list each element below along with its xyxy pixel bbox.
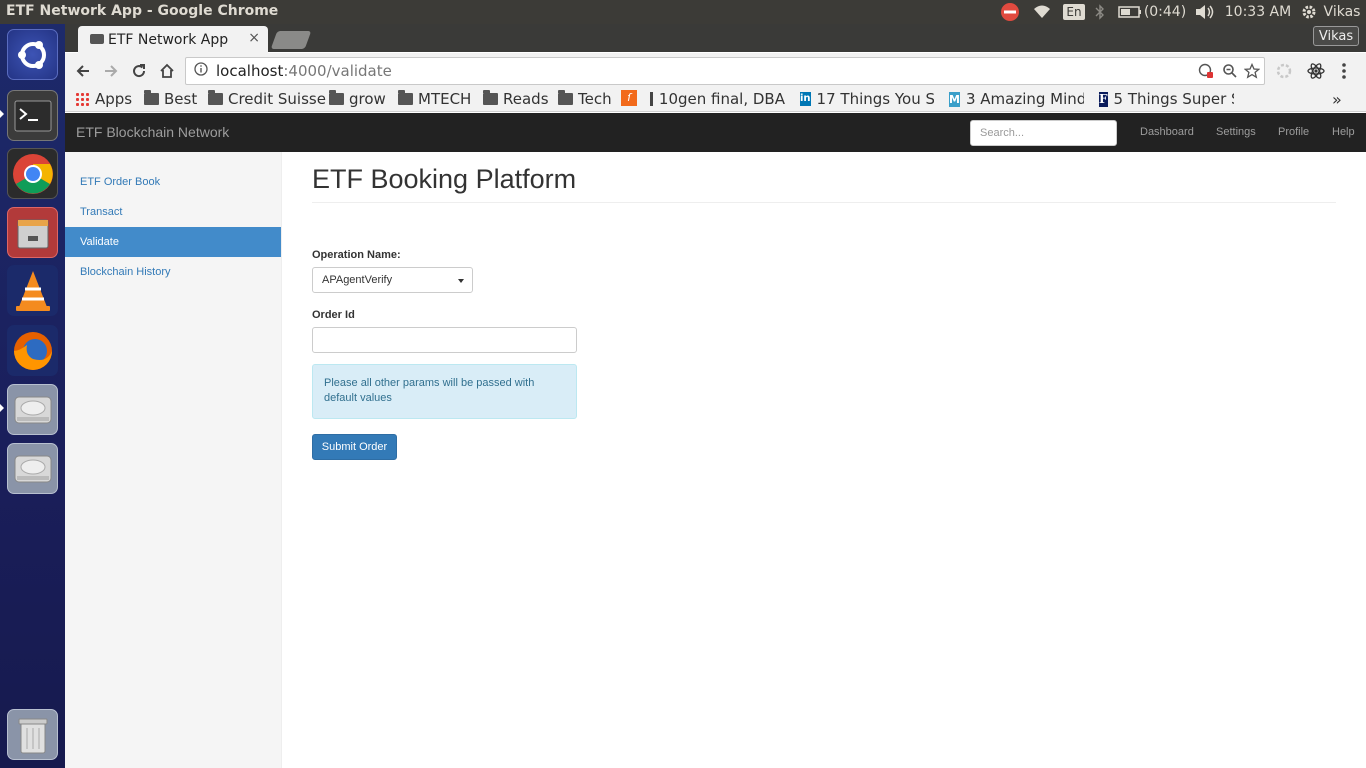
- disk-drive-icon-2[interactable]: [7, 443, 58, 494]
- extension-loading-icon[interactable]: [1275, 62, 1293, 84]
- bookmark-folder-credit-suisse[interactable]: Credit Suisse: [208, 90, 326, 108]
- submit-order-button[interactable]: Submit Order: [312, 434, 397, 460]
- top-panel: ETF Network App - Google Chrome En (0:44…: [0, 0, 1366, 24]
- session-user[interactable]: Vikas: [1322, 0, 1362, 24]
- nav-link-help[interactable]: Help: [1332, 126, 1355, 138]
- bookmarks-bar: Apps Best Credit Suisse grow MTECH Reads…: [65, 88, 1366, 112]
- launcher-running-pip: [0, 110, 4, 118]
- page-title: ETF Booking Platform: [312, 164, 577, 194]
- trash-icon[interactable]: [7, 709, 58, 760]
- bookmark-linkedin[interactable]: in 17 Things You Sh: [800, 90, 934, 108]
- browser-tab[interactable]: ETF Network App ×: [78, 26, 268, 53]
- folder-icon: [558, 90, 573, 105]
- operation-name-label: Operation Name:: [312, 249, 401, 261]
- app-navbar: ETF Blockchain Network Dashboard Setting…: [65, 113, 1366, 152]
- sidebar: ETF Order Book Transact Validate Blockch…: [65, 152, 282, 768]
- do-not-disturb-icon[interactable]: [998, 0, 1022, 24]
- reload-icon[interactable]: [129, 61, 149, 81]
- bookmark-star-icon[interactable]: [1243, 62, 1261, 83]
- ubuntu-dash-icon[interactable]: [7, 29, 58, 80]
- linkedin-icon: in: [800, 92, 811, 106]
- info-alert-text: Please all other params will be passed w…: [324, 377, 535, 404]
- bookmark-medium[interactable]: M 3 Amazing Mind T: [949, 90, 1084, 108]
- wifi-icon[interactable]: [1030, 0, 1054, 24]
- sidebar-item-blockchain-history[interactable]: Blockchain History: [65, 257, 281, 287]
- home-icon[interactable]: [157, 61, 177, 81]
- profile-button[interactable]: Vikas: [1313, 26, 1359, 46]
- new-tab-button[interactable]: [270, 31, 312, 49]
- folder-icon: [144, 90, 159, 105]
- bookmark-folder-tech[interactable]: Tech: [558, 90, 612, 108]
- medium-icon: M: [949, 91, 960, 107]
- address-bar[interactable]: localhost:4000/validate: [185, 57, 1265, 85]
- search-input[interactable]: [970, 120, 1117, 146]
- react-devtools-icon[interactable]: [1307, 62, 1325, 84]
- nav-link-profile[interactable]: Profile: [1278, 126, 1309, 138]
- sidebar-item-transact[interactable]: Transact: [65, 197, 281, 227]
- clock[interactable]: 10:33 AM: [1224, 0, 1292, 24]
- battery-icon[interactable]: [1116, 0, 1144, 24]
- bluetooth-icon[interactable]: [1092, 0, 1108, 24]
- vlc-icon[interactable]: [7, 265, 58, 316]
- bookmark-folder-grow[interactable]: grow: [329, 90, 386, 108]
- bookmark-10gen[interactable]: 10gen final, DBA: [650, 90, 785, 108]
- folder-icon: [208, 90, 223, 105]
- bookmark-folder-best[interactable]: Best: [144, 90, 197, 108]
- bookmark-folder-reads[interactable]: Reads: [483, 90, 549, 108]
- sidebar-item-etf-order-book[interactable]: ETF Order Book: [65, 167, 281, 197]
- url-host: localhost: [216, 62, 284, 80]
- tab-close-icon[interactable]: ×: [248, 30, 260, 46]
- terminal-icon[interactable]: [7, 90, 58, 141]
- folder-icon: [483, 90, 498, 105]
- firefox-icon[interactable]: [7, 325, 58, 376]
- launcher-running-pip-2: [0, 404, 4, 412]
- info-alert: Please all other params will be passed w…: [312, 364, 577, 419]
- browser-toolbar: localhost:4000/validate: [65, 53, 1366, 88]
- bookmark-folder-mtech[interactable]: MTECH: [398, 90, 471, 108]
- tab-title: ETF Network App: [108, 31, 229, 48]
- chrome-icon[interactable]: [7, 148, 58, 199]
- blocked-content-icon[interactable]: [1198, 63, 1214, 83]
- url-path: :4000/validate: [283, 62, 392, 80]
- unity-launcher: [0, 24, 65, 768]
- order-id-label: Order Id: [312, 309, 355, 321]
- keyboard-layout-indicator[interactable]: En: [1063, 0, 1085, 24]
- operation-name-select[interactable]: APAgentVerify: [312, 267, 473, 293]
- folder-icon: [398, 90, 413, 105]
- caret-down-icon: [458, 279, 464, 283]
- disk-drive-icon[interactable]: [7, 384, 58, 435]
- nav-link-settings[interactable]: Settings: [1216, 126, 1256, 138]
- sidebar-item-validate[interactable]: Validate: [65, 227, 281, 257]
- bookmarks-overflow-icon[interactable]: »: [1332, 90, 1342, 109]
- title-divider: [312, 202, 1336, 203]
- forward-arrow-icon[interactable]: [101, 61, 121, 81]
- settings-gear-icon[interactable]: [1300, 0, 1318, 24]
- forbes-icon: F: [1099, 91, 1108, 107]
- operation-name-value: APAgentVerify: [322, 274, 393, 286]
- scribd-icon: ſ: [621, 90, 637, 106]
- window-title: ETF Network App - Google Chrome: [6, 3, 279, 19]
- file-manager-icon[interactable]: [7, 207, 58, 258]
- app-brand[interactable]: ETF Blockchain Network: [76, 124, 229, 140]
- bookmark-apps[interactable]: Apps: [75, 90, 132, 108]
- apps-grid-icon: [75, 92, 89, 106]
- back-arrow-icon[interactable]: [73, 61, 93, 81]
- bookmark-forbes[interactable]: F 5 Things Super Su: [1099, 90, 1234, 108]
- battery-time: (0:44): [1143, 4, 1187, 20]
- bookmark-scribd[interactable]: ſ: [621, 90, 637, 106]
- order-id-input[interactable]: [312, 327, 577, 353]
- main-content: ETF Booking Platform Operation Name: APA…: [282, 152, 1366, 768]
- folder-icon: [329, 90, 344, 105]
- zoom-icon[interactable]: [1222, 63, 1238, 83]
- volume-icon[interactable]: [1192, 0, 1218, 24]
- nav-link-dashboard[interactable]: Dashboard: [1140, 126, 1194, 138]
- tab-favicon-icon: [90, 34, 104, 44]
- site-info-icon[interactable]: [194, 62, 208, 80]
- chrome-menu-icon[interactable]: [1341, 62, 1347, 84]
- mongodb-icon: [650, 92, 653, 106]
